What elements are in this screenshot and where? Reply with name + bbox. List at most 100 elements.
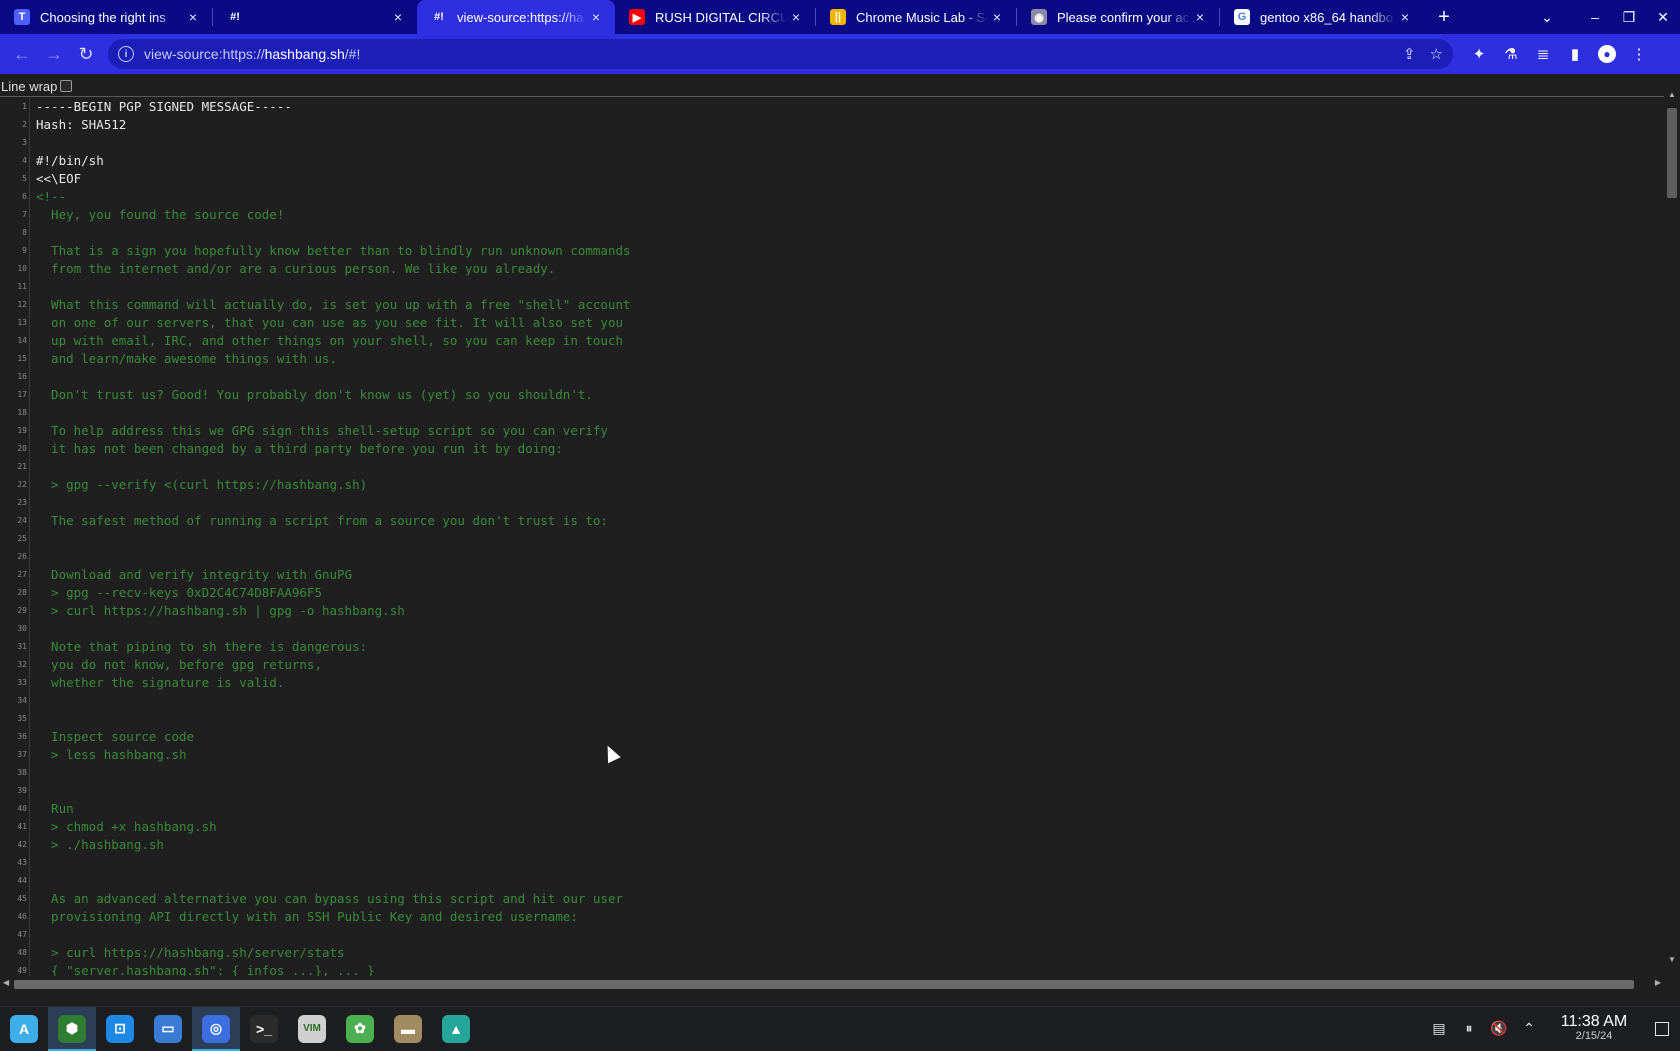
browser-tab[interactable]: T Choosing the right ins × bbox=[0, 0, 212, 34]
divider bbox=[0, 96, 1664, 97]
vertical-scrollbar[interactable]: ▲ ▼ bbox=[1664, 88, 1680, 966]
taskbar: A ⬢ ⊡ ▭ ◎ >_ VIM ✿ ▬ ▲ ▤ ⏸ 🔇 ⌃ 11:38 AM 2/15/24 bbox=[0, 1006, 1680, 1051]
media-control-icon[interactable]: ≣ bbox=[1527, 38, 1559, 70]
window-close-button[interactable]: ✕ bbox=[1646, 0, 1680, 34]
line-number: 45 bbox=[17, 894, 27, 903]
side-panel-icon[interactable]: ▮ bbox=[1559, 38, 1591, 70]
tab-close-icon[interactable]: × bbox=[184, 8, 202, 26]
scroll-right-arrow-icon[interactable]: ▶ bbox=[1655, 978, 1661, 987]
line-text: Hash: SHA512 bbox=[36, 117, 127, 132]
tab-title: gentoo x86_64 handbo bbox=[1260, 9, 1394, 25]
reload-button[interactable]: ↻ bbox=[70, 38, 102, 70]
scroll-down-arrow-icon[interactable]: ▼ bbox=[1668, 955, 1676, 964]
source-line: 22 > gpg --verify <(curl https://hashban… bbox=[0, 476, 1664, 494]
source-line: 19 To help address this we GPG sign this… bbox=[0, 422, 1664, 440]
clipboard-icon[interactable]: ▤ bbox=[1424, 1007, 1454, 1051]
line-number: 33 bbox=[17, 678, 27, 687]
terminal-app[interactable]: >_ bbox=[240, 1007, 288, 1051]
site-info-icon[interactable]: i bbox=[118, 46, 134, 62]
minimize-button[interactable]: – bbox=[1578, 0, 1612, 34]
source-line: 33 whether the signature is valid. bbox=[0, 674, 1664, 692]
scroll-left-arrow-icon[interactable]: ◀ bbox=[3, 978, 9, 987]
browser-tab[interactable]: ▶ RUSH DIGITAL CIRCUS × bbox=[615, 0, 815, 34]
browser-menu-icon[interactable]: ⋮ bbox=[1623, 38, 1655, 70]
image-viewer-icon: ▲ bbox=[442, 1014, 470, 1043]
extensions-icon[interactable]: ✦ bbox=[1463, 38, 1495, 70]
browser-tab[interactable]: #! × bbox=[213, 0, 417, 34]
source-line: 44 bbox=[0, 872, 1664, 890]
folder-app[interactable]: ▬ bbox=[384, 1007, 432, 1051]
line-number: 9 bbox=[22, 246, 27, 255]
source-line: 20 it has not been changed by a third pa… bbox=[0, 440, 1664, 458]
terminal-icon: >_ bbox=[250, 1014, 278, 1043]
tab-search-button[interactable]: ⌄ bbox=[1530, 0, 1564, 34]
tab-close-icon[interactable]: × bbox=[1396, 8, 1414, 26]
horizontal-scroll-thumb[interactable] bbox=[14, 980, 1634, 989]
labs-icon[interactable]: ⚗ bbox=[1495, 38, 1527, 70]
source-line: 47 bbox=[0, 926, 1664, 944]
source-line: 31 Note that piping to sh there is dange… bbox=[0, 638, 1664, 656]
line-text: from the internet and/or are a curious p… bbox=[36, 261, 556, 276]
chromium-app[interactable]: ◎ bbox=[192, 1006, 240, 1051]
back-button[interactable]: ← bbox=[6, 38, 38, 70]
system-tray: ▤ ⏸ 🔇 ⌃ 11:38 AM 2/15/24 bbox=[1424, 1007, 1680, 1051]
line-text: > gpg --verify <(curl https://hashbang.s… bbox=[36, 477, 368, 492]
source-line: 27 Download and verify integrity with Gn… bbox=[0, 566, 1664, 584]
tab-favicon-icon: || bbox=[830, 9, 846, 25]
tab-close-icon[interactable]: × bbox=[1191, 8, 1209, 26]
restore-button[interactable]: ❐ bbox=[1612, 0, 1646, 34]
app-launcher[interactable]: A bbox=[0, 1007, 48, 1051]
file-manager-app[interactable]: ▭ bbox=[144, 1007, 192, 1051]
forward-button[interactable]: → bbox=[38, 38, 70, 70]
source-line: 42 > ./hashbang.sh bbox=[0, 836, 1664, 854]
volume-muted-icon[interactable]: 🔇 bbox=[1484, 1007, 1514, 1051]
tab-title: Chrome Music Lab - So bbox=[856, 9, 988, 25]
new-tab-button[interactable]: + bbox=[1430, 0, 1458, 34]
bookmark-star-icon[interactable]: ☆ bbox=[1430, 45, 1443, 63]
pause-icon[interactable]: ⏸ bbox=[1454, 1007, 1484, 1051]
line-text: > curl https://hashbang.sh/server/stats bbox=[36, 945, 345, 960]
tab-close-icon[interactable]: × bbox=[787, 8, 805, 26]
line-number: 32 bbox=[17, 660, 27, 669]
line-number: 12 bbox=[17, 300, 27, 309]
store-app[interactable]: ⊡ bbox=[96, 1007, 144, 1051]
image-viewer-app[interactable]: ▲ bbox=[432, 1007, 480, 1051]
source-line: 16 bbox=[0, 368, 1664, 386]
vim-app[interactable]: VIM bbox=[288, 1007, 336, 1051]
line-number: 23 bbox=[17, 498, 27, 507]
browser-tab[interactable]: ◉ Please confirm your ac × bbox=[1017, 0, 1219, 34]
clock[interactable]: 11:38 AM 2/15/24 bbox=[1544, 1013, 1644, 1044]
line-text: Hey, you found the source code! bbox=[36, 207, 285, 222]
source-line: 1 -----BEGIN PGP SIGNED MESSAGE----- bbox=[0, 98, 1664, 116]
line-number: 6 bbox=[22, 192, 27, 201]
tab-close-icon[interactable]: × bbox=[988, 8, 1006, 26]
show-desktop-button[interactable] bbox=[1644, 1007, 1680, 1051]
address-bar[interactable]: i view-source:https://hashbang.sh/#! ⇪ ☆ bbox=[108, 39, 1453, 69]
line-number: 16 bbox=[17, 372, 27, 381]
tab-title: view-source:https://ha bbox=[457, 9, 584, 25]
tray-expand-icon[interactable]: ⌃ bbox=[1514, 1007, 1544, 1051]
tab-close-icon[interactable]: × bbox=[587, 8, 605, 26]
line-text: What this command will actually do, is s… bbox=[36, 297, 631, 312]
line-number: 28 bbox=[17, 588, 27, 597]
browser-toolbar: ← → ↻ i view-source:https://hashbang.sh /… bbox=[0, 34, 1680, 74]
scroll-up-arrow-icon[interactable]: ▲ bbox=[1668, 90, 1676, 99]
browser-tab[interactable]: || Chrome Music Lab - So × bbox=[816, 0, 1016, 34]
line-number: 11 bbox=[17, 282, 27, 291]
share-icon[interactable]: ⇪ bbox=[1403, 45, 1416, 63]
color-app[interactable]: ✿ bbox=[336, 1007, 384, 1051]
browser-tab[interactable]: #! view-source:https://ha × bbox=[417, 0, 615, 34]
vertical-scroll-thumb[interactable] bbox=[1667, 108, 1677, 198]
source-line: 9 That is a sign you hopefully know bett… bbox=[0, 242, 1664, 260]
source-line: 30 bbox=[0, 620, 1664, 638]
shield-app[interactable]: ⬢ bbox=[48, 1006, 96, 1051]
folder-icon: ▬ bbox=[394, 1014, 422, 1043]
profile-button[interactable]: ● bbox=[1591, 38, 1623, 70]
tab-close-icon[interactable]: × bbox=[389, 8, 407, 26]
source-line: 13 on one of our servers, that you can u… bbox=[0, 314, 1664, 332]
horizontal-scrollbar[interactable]: ◀ ▶ bbox=[0, 976, 1664, 992]
source-line: 5 <<\EOF bbox=[0, 170, 1664, 188]
line-wrap-checkbox[interactable] bbox=[60, 80, 73, 92]
browser-tab[interactable]: Ggentoo x86_64 handbo × bbox=[1220, 0, 1424, 34]
line-number: 20 bbox=[17, 444, 27, 453]
